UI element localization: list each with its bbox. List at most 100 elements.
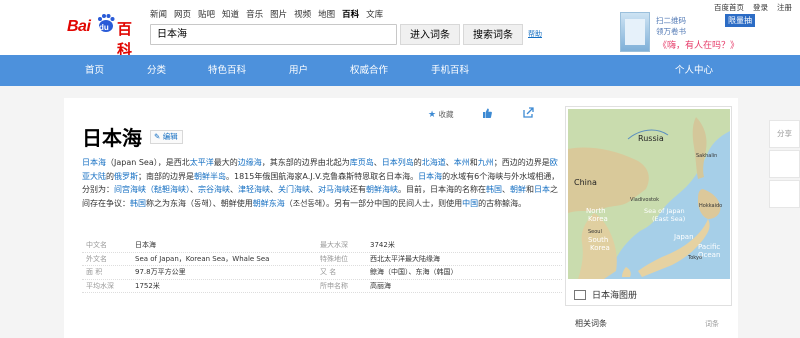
related-entries-more[interactable]: 词条 [705, 319, 719, 329]
side-share-button[interactable]: 分享 [769, 120, 800, 148]
info-key: 外文名 [86, 254, 107, 263]
summary-link[interactable]: 日本海 [418, 172, 442, 181]
main-nav-featured[interactable]: 特色百科 [208, 55, 246, 86]
register-link[interactable]: 注册 [777, 2, 792, 13]
article-summary: 日本海（Japan Sea），是西北太平洋最大的边缘海，其东部的边界由北起为库页… [82, 156, 562, 210]
search-entry-button[interactable]: 搜索词条 [463, 24, 523, 45]
info-value: 1752米 [135, 281, 160, 290]
summary-text: 的古称鲸海。 [478, 198, 527, 208]
nav-link-wenku[interactable]: 文库 [366, 8, 383, 20]
logo-bai-text: Bai [67, 18, 91, 35]
nav-link-tieba[interactable]: 贴吧 [198, 8, 215, 20]
pencil-icon: ✎ [154, 132, 161, 141]
summary-text: 、 [310, 185, 318, 194]
sea-of-japan-map: Russia China Sea of Japan (East Sea) Nor… [568, 109, 730, 279]
summary-text: 、 [445, 158, 454, 167]
product-nav: 新闻 网页 贴吧 知道 音乐 图片 视频 地图 百科 文库 [150, 8, 383, 20]
promo-banner[interactable]: 扫二维码 限量抽 领万卷书 《嗨，有人在吗？》 [620, 12, 790, 52]
summary-link[interactable]: 间宫海峡（鞑靼海峡） [114, 185, 190, 194]
main-nav-home[interactable]: 首页 [85, 55, 104, 86]
summary-link[interactable]: 日本海 [82, 158, 106, 167]
share-icon[interactable] [523, 107, 534, 118]
summary-link[interactable]: 朝鲜 [510, 185, 526, 194]
summary-link[interactable]: 中国 [462, 199, 478, 208]
thumbs-up-icon[interactable] [482, 108, 492, 118]
summary-text: 和 [469, 158, 478, 167]
summary-link[interactable]: 关门海峡 [278, 185, 310, 194]
map-label-vladivostok: Vladivostok [630, 197, 659, 203]
info-key: 最大水深 [320, 241, 348, 249]
summary-link[interactable]: 本州 [454, 158, 470, 167]
summary-link[interactable]: 对马海峡 [318, 185, 350, 194]
star-icon: ★ [428, 110, 437, 120]
edit-button[interactable]: ✎ 编辑 [150, 130, 183, 144]
summary-link[interactable]: 日本 [534, 185, 550, 194]
summary-text: 的 [106, 171, 114, 181]
map-label-russia: Russia [638, 134, 664, 143]
nav-link-images[interactable]: 图片 [270, 8, 287, 20]
main-nav-partners[interactable]: 权威合作 [350, 55, 388, 86]
info-value: 高丽海 [370, 281, 391, 290]
summary-link[interactable]: 朝鲜东海 [253, 199, 285, 208]
info-key: 中文名 [86, 241, 107, 249]
logo-baike-text: 百科 [117, 20, 133, 59]
nav-link-music[interactable]: 音乐 [246, 8, 263, 20]
enter-entry-button[interactable]: 进入词条 [400, 24, 460, 45]
summary-link[interactable]: 朝鲜半岛 [194, 172, 226, 181]
map-label-japan: Japan [673, 233, 694, 241]
main-nav-mobile[interactable]: 手机百科 [431, 55, 469, 86]
nav-link-map[interactable]: 地图 [318, 8, 335, 20]
summary-text: 。目前，日本海的名称在 [398, 185, 486, 194]
summary-text: 、 [230, 185, 238, 194]
collect-button[interactable]: ★ 收藏 [428, 109, 453, 120]
main-nav-user-center[interactable]: 个人中心 [675, 55, 713, 86]
info-value: 97.8万平方公里 [135, 268, 186, 276]
summary-text: 的 [413, 158, 422, 167]
summary-link[interactable]: 库页岛 [350, 158, 374, 167]
basic-info-table: 中文名 日本海 最大水深 3742米 外文名 Sea of Japan，Korean Se… [82, 239, 562, 293]
summary-link[interactable]: 朝鲜海峡 [366, 185, 398, 194]
main-nav-category[interactable]: 分类 [147, 55, 166, 86]
info-row: 平均水深 1752米 所申名称 高丽海 [82, 280, 562, 293]
nav-link-news[interactable]: 新闻 [150, 8, 167, 20]
map-label-sakhalin: Sakhalin [696, 153, 717, 159]
nav-link-web[interactable]: 网页 [174, 8, 191, 20]
baidu-home-link[interactable]: 百度首页 [714, 2, 744, 13]
album-icon [574, 290, 586, 300]
info-row: 中文名 日本海 最大水深 3742米 [82, 239, 562, 253]
album-card[interactable]: Russia China Sea of Japan (East Sea) Nor… [565, 106, 732, 306]
summary-link[interactable]: 俄罗斯 [114, 172, 138, 181]
info-key: 又 名 [320, 268, 337, 276]
summary-link[interactable]: 韩国 [486, 185, 502, 194]
side-wechat-icon[interactable] [769, 150, 800, 178]
summary-link[interactable]: 韩国 [130, 199, 146, 208]
info-key: 面 积 [86, 268, 103, 276]
related-entries-title: 相关词条 [575, 319, 607, 328]
summary-text: 和 [526, 185, 534, 194]
nav-link-zhidao[interactable]: 知道 [222, 8, 239, 20]
info-value: 3742米 [370, 241, 395, 249]
nav-link-baike[interactable]: 百科 [342, 8, 359, 20]
edit-label: 编辑 [162, 132, 178, 141]
summary-link[interactable]: 北海道 [422, 158, 446, 167]
login-link[interactable]: 登录 [753, 2, 768, 13]
top-header: Bai du 百科 新闻 网页 贴吧 知道 音乐 图片 视频 地图 百科 文库 … [0, 0, 800, 59]
summary-link[interactable]: 太平洋 [190, 158, 214, 167]
side-qq-icon[interactable] [769, 180, 800, 208]
summary-link[interactable]: 日本列岛 [382, 158, 414, 167]
summary-link[interactable]: 边缘海 [238, 158, 262, 167]
main-nav-users[interactable]: 用户 [289, 55, 308, 86]
help-link[interactable]: 帮助 [528, 29, 542, 39]
search-input[interactable]: 日本海 [150, 24, 397, 45]
summary-link[interactable]: 宗谷海峡 [198, 185, 230, 194]
summary-link[interactable]: 九州 [478, 158, 494, 167]
page-title: 日本海 [82, 126, 142, 150]
summary-text: （Japan Sea），是西北 [106, 158, 190, 167]
baidu-baike-logo[interactable]: Bai du 百科 [67, 14, 142, 59]
summary-link[interactable]: 津轻海峡 [238, 185, 270, 194]
map-label-china: China [574, 178, 597, 187]
summary-text: 、 [373, 158, 382, 167]
user-links: 百度首页 登录 注册 [714, 2, 792, 13]
summary-text: （조선동해）。另有一部分中国的民间人士，则使用 [284, 198, 463, 208]
nav-link-video[interactable]: 视频 [294, 8, 311, 20]
